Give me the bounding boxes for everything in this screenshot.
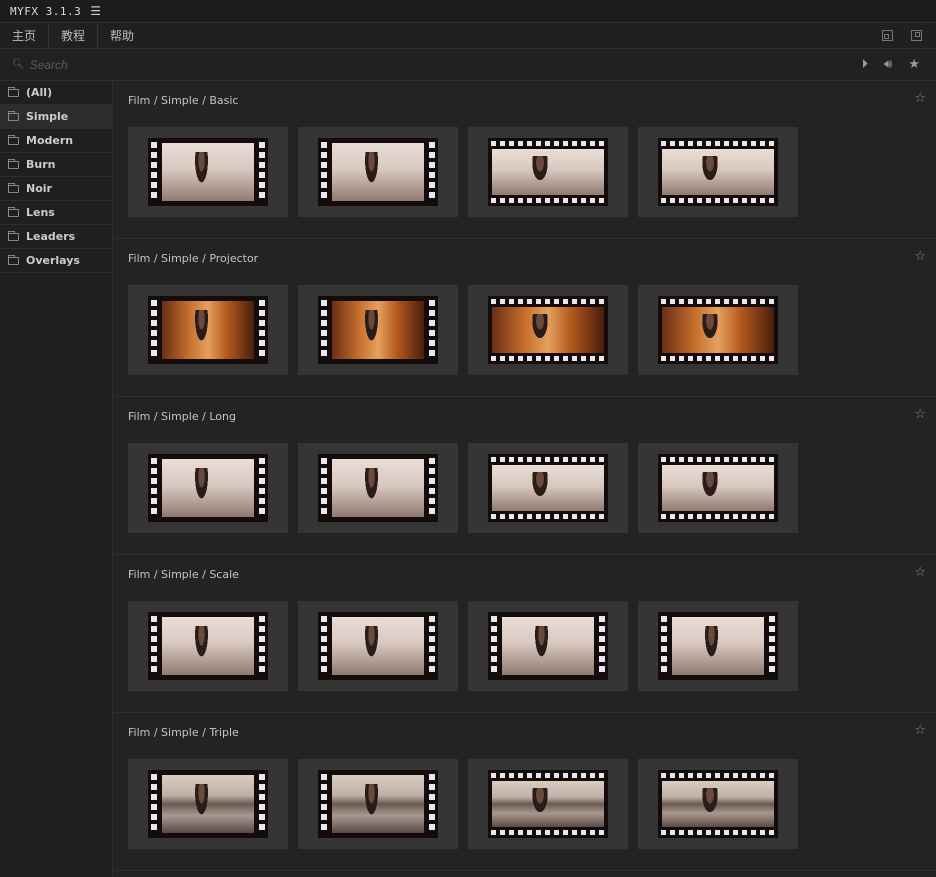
preset-thumbnail[interactable]	[128, 443, 288, 533]
title-bar: MYFX 3.1.3 ☰	[0, 0, 936, 23]
category-sidebar: (All) Simple Modern Burn Noir Lens Leaders Over…	[0, 81, 113, 877]
volume-icon[interactable]: 🔊︎	[884, 57, 892, 72]
preset-thumbnail[interactable]	[128, 127, 288, 217]
section-title: Film / Simple / Triple	[128, 726, 239, 739]
sidebar-item-modern[interactable]: Modern	[0, 129, 112, 153]
preset-section: Film / Simple / Basic ☆	[114, 81, 936, 239]
sidebar-item-simple[interactable]: Simple	[0, 105, 112, 129]
play-icon[interactable]: ⏵	[862, 57, 869, 72]
preset-list: Film / Simple / Basic ☆ Film / Simple / Pr…	[114, 81, 936, 877]
sidebar-item-overlays[interactable]: Overlays	[0, 249, 112, 273]
sidebar-item-all[interactable]: (All)	[0, 81, 112, 105]
film-preview-image	[318, 138, 438, 206]
preset-section: Film / Simple / Projector ☆	[114, 239, 936, 397]
preset-thumbnail[interactable]	[298, 285, 458, 375]
film-preview-image	[488, 138, 608, 206]
search-icon: 🔍︎	[12, 59, 25, 70]
film-preview-image	[318, 770, 438, 838]
film-preview-image	[488, 296, 608, 364]
tab-home[interactable]: 主页	[0, 23, 50, 48]
nav-bar: 主页 教程 帮助	[0, 23, 936, 49]
folder-icon	[8, 206, 19, 217]
hamburger-menu-icon[interactable]: ☰	[90, 4, 101, 18]
sidebar-item-lens[interactable]: Lens	[0, 201, 112, 225]
film-preview-image	[658, 296, 778, 364]
sidebar-item-label: Simple	[26, 110, 69, 123]
favorite-star-icon[interactable]: ☆	[914, 723, 926, 738]
film-preview-image	[658, 770, 778, 838]
sidebar-item-leaders[interactable]: Leaders	[0, 225, 112, 249]
section-title: Film / Simple / Scale	[128, 568, 239, 581]
film-preview-image	[488, 770, 608, 838]
preset-thumbnail[interactable]	[468, 127, 628, 217]
app-title: MYFX 3.1.3	[10, 4, 82, 18]
favorite-star-icon[interactable]: ☆	[914, 565, 926, 580]
preset-thumbnail[interactable]	[468, 601, 628, 691]
film-preview-image	[488, 612, 608, 680]
sidebar-item-label: Overlays	[26, 254, 80, 267]
film-preview-image	[488, 454, 608, 522]
section-title: Film / Simple / Projector	[128, 252, 259, 265]
preset-thumbnail[interactable]	[638, 285, 798, 375]
float-window-icon[interactable]	[911, 30, 922, 41]
favorites-star-icon[interactable]: ★	[908, 57, 920, 72]
film-preview-image	[658, 454, 778, 522]
preset-thumbnail[interactable]	[128, 601, 288, 691]
search-bar: 🔍︎ ⏵ 🔊︎ ★	[0, 49, 936, 81]
preset-section: Film / Simple / Scale ☆	[114, 555, 936, 713]
dock-window-icon[interactable]	[882, 30, 893, 41]
sidebar-item-noir[interactable]: Noir	[0, 177, 112, 201]
sidebar-item-burn[interactable]: Burn	[0, 153, 112, 177]
favorite-star-icon[interactable]: ☆	[914, 91, 926, 106]
film-preview-image	[148, 454, 268, 522]
sidebar-item-label: (All)	[26, 86, 53, 99]
section-title: Film / Simple / Long	[128, 410, 236, 423]
preset-thumbnail[interactable]	[638, 443, 798, 533]
tab-tutorial[interactable]: 教程	[49, 23, 99, 48]
tab-help[interactable]: 帮助	[98, 23, 146, 48]
section-title: Film / Simple / Basic	[128, 94, 239, 107]
preset-thumbnail[interactable]	[638, 759, 798, 849]
sidebar-item-label: Lens	[26, 206, 55, 219]
film-preview-image	[148, 770, 268, 838]
preset-thumbnail[interactable]	[468, 759, 628, 849]
film-preview-image	[658, 612, 778, 680]
favorite-star-icon[interactable]: ☆	[914, 249, 926, 264]
film-preview-image	[148, 612, 268, 680]
folder-icon	[8, 230, 19, 241]
preset-thumbnail[interactable]	[298, 443, 458, 533]
sidebar-item-label: Noir	[26, 182, 52, 195]
preset-thumbnail[interactable]	[638, 601, 798, 691]
film-preview-image	[148, 138, 268, 206]
folder-icon	[8, 254, 19, 265]
film-preview-image	[318, 296, 438, 364]
film-preview-image	[318, 612, 438, 680]
preset-thumbnail[interactable]	[638, 127, 798, 217]
sidebar-item-label: Burn	[26, 158, 56, 171]
preset-thumbnail[interactable]	[298, 759, 458, 849]
preset-section: Film / Simple / Triple ☆	[114, 713, 936, 871]
preset-thumbnail[interactable]	[468, 285, 628, 375]
sidebar-item-label: Leaders	[26, 230, 76, 243]
film-preview-image	[148, 296, 268, 364]
preset-thumbnail[interactable]	[298, 601, 458, 691]
folder-icon	[8, 158, 19, 169]
folder-icon	[8, 86, 19, 97]
folder-icon	[8, 134, 19, 145]
sidebar-item-label: Modern	[26, 134, 74, 147]
search-input[interactable]	[29, 57, 330, 72]
preset-thumbnail[interactable]	[128, 285, 288, 375]
folder-icon	[8, 182, 19, 193]
preset-thumbnail[interactable]	[128, 759, 288, 849]
film-preview-image	[318, 454, 438, 522]
preset-thumbnail[interactable]	[298, 127, 458, 217]
preset-section: Film / Simple / Long ☆	[114, 397, 936, 555]
film-preview-image	[658, 138, 778, 206]
favorite-star-icon[interactable]: ☆	[914, 407, 926, 422]
folder-icon	[8, 110, 19, 121]
preset-thumbnail[interactable]	[468, 443, 628, 533]
